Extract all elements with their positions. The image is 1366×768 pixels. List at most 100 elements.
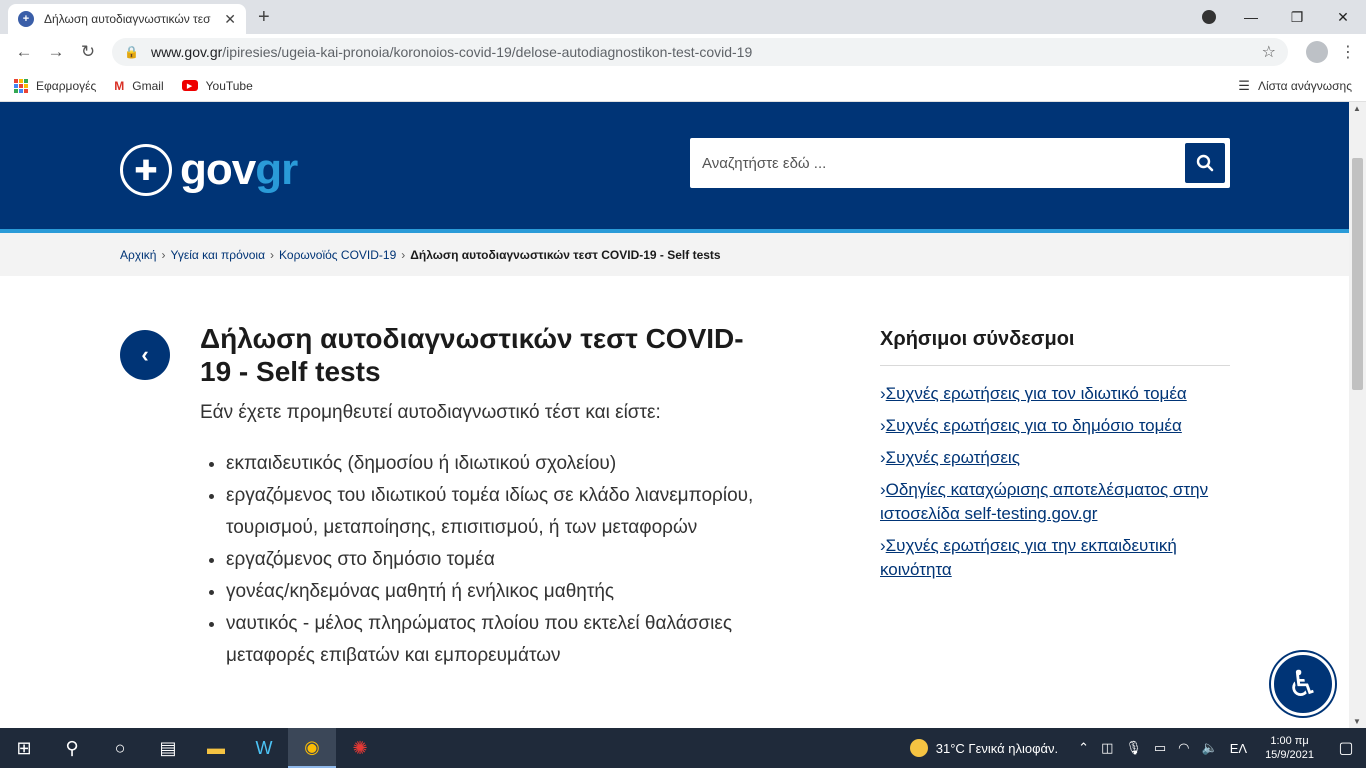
list-item: ναυτικός - μέλος πληρώματος πλοίου που ε… — [226, 608, 760, 672]
breadcrumb: Αρχική › Υγεία και πρόνοια › Κορωνοϊός C… — [0, 233, 1349, 276]
scroll-up-icon[interactable]: ▲ — [1353, 104, 1361, 113]
tab-title: Δήλωση αυτοδιαγνωστικών τεσ — [44, 12, 211, 26]
gmail-icon: M — [114, 78, 125, 93]
new-tab-icon[interactable]: + — [258, 6, 270, 29]
language-indicator[interactable]: ΕΛ — [1230, 741, 1247, 756]
bookmark-gmail[interactable]: M Gmail — [114, 79, 163, 93]
back-arrow-icon[interactable]: ← — [8, 42, 40, 62]
youtube-icon: ▶ — [181, 80, 198, 91]
eligibility-list: εκπαιδευτικός (δημοσίου ή ιδιωτικού σχολ… — [200, 448, 760, 672]
lock-icon[interactable]: 🔒 — [124, 45, 139, 59]
browser-tab-strip: + Δήλωση αυτοδιαγνωστικών τεσ ✕ + — ❐ ✕ — [0, 0, 1366, 34]
weather-text: 31°C Γενικά ηλιοφάν. — [935, 740, 1059, 756]
list-item: εργαζόμενος στο δημόσιο τομέα — [226, 544, 760, 576]
accessibility-icon: ♿ — [1286, 663, 1320, 704]
browser-toolbar: ← → ↻ 🔒 www.gov.gr/ipiresies/ugeia-kai-p… — [0, 34, 1366, 70]
list-item: ›Συχνές ερωτήσεις για τον ιδιωτικό τομέα — [880, 384, 1187, 403]
close-tab-icon[interactable]: ✕ — [224, 11, 236, 28]
page-title: Δήλωση αυτοδιαγνωστικών τεστ COVID-19 - … — [200, 323, 744, 387]
list-item: ›Συχνές ερωτήσεις για το δημόσιο τομέα — [880, 416, 1182, 435]
volume-icon[interactable]: 🔈 — [1202, 740, 1218, 756]
useful-links-list: ›Συχνές ερωτήσεις για τον ιδιωτικό τομέα… — [880, 382, 1230, 582]
windows-taskbar: ⊞ ⚲ ○ ▤ ▬ W ◉ ✺ 31°C Γενικά ηλιοφάν. ⌃ ◫… — [0, 728, 1366, 768]
forward-arrow-icon[interactable]: → — [40, 42, 72, 62]
search-button[interactable] — [1185, 143, 1225, 183]
system-tray: 31°C Γενικά ηλιοφάν. ⌃ ◫ 🎙 ▭ ◠ 🔈 ΕΛ 1:00… — [909, 728, 1366, 768]
list-item: εργαζόμενος του ιδιωτικού τομέα ιδίως σε… — [226, 480, 760, 544]
search-taskbar-icon[interactable]: ⚲ — [48, 728, 96, 768]
main-content: ‹ Δήλωση αυτοδιαγνωστικών τεστ COVID-19 … — [0, 276, 1349, 728]
restore-icon[interactable]: ❐ — [1274, 9, 1320, 26]
list-item: ›Συχνές ερωτήσεις — [880, 448, 1020, 467]
intro-text: Εάν έχετε προμηθευτεί αυτοδιαγνωστικό τέ… — [200, 402, 661, 423]
clock-time: 1:00 πμ — [1270, 735, 1309, 747]
search-input[interactable] — [690, 138, 1185, 188]
minimize-icon[interactable]: — — [1228, 9, 1274, 25]
microphone-icon[interactable]: 🎙 — [1125, 740, 1142, 756]
browser-tab[interactable]: + Δήλωση αυτοδιαγνωστικών τεσ ✕ — [8, 4, 246, 34]
useful-links-sidebar: Χρήσιμοι σύνδεσμοι ›Συχνές ερωτήσεις για… — [880, 328, 1230, 590]
chevron-right-icon: › — [270, 247, 275, 262]
url-path: /ipiresies/ugeia-kai-pronoia/koronoios-c… — [222, 44, 753, 60]
webex-icon[interactable]: W — [240, 728, 288, 768]
menu-dots-icon[interactable]: ⋮ — [1338, 42, 1358, 62]
battery-icon[interactable]: ▭ — [1154, 740, 1166, 756]
close-window-icon[interactable]: ✕ — [1320, 9, 1366, 26]
windows-start-icon[interactable]: ⊞ — [0, 728, 48, 768]
network-icon[interactable]: ◫ — [1101, 740, 1113, 756]
reading-list-button[interactable]: ☰ Λίστα ανάγνωσης — [1238, 78, 1352, 94]
chrome-icon[interactable]: ◉ — [288, 728, 336, 768]
greek-seal-icon: ✚ — [120, 144, 172, 196]
chevron-left-icon: ‹ — [141, 342, 149, 367]
sidebar-title: Χρήσιμοι σύνδεσμοι — [880, 328, 1230, 366]
wifi-icon[interactable]: ◠ — [1178, 740, 1189, 756]
list-item: ›Οδηγίες καταχώρισης αποτελέσματος στην … — [880, 480, 1209, 523]
bookmark-label: Gmail — [132, 78, 164, 93]
breadcrumb-home[interactable]: Αρχική — [120, 248, 156, 262]
chevron-right-icon: › — [161, 247, 166, 262]
bookmarks-bar: Εφαρμογές M Gmail ▶ YouTube ☰ Λίστα ανάγ… — [0, 70, 1366, 102]
govgr-logo[interactable]: ✚ govgr — [120, 144, 298, 196]
profile-avatar-icon[interactable] — [1306, 41, 1328, 63]
breadcrumb-health[interactable]: Υγεία και πρόνοια — [170, 248, 265, 262]
sun-icon — [909, 739, 928, 757]
search-box — [690, 138, 1230, 188]
app-icon[interactable]: ✺ — [336, 728, 384, 768]
scrollbar-thumb[interactable] — [1352, 158, 1363, 390]
task-view-icon[interactable]: ▤ — [144, 728, 192, 768]
link-faq[interactable]: Συχνές ερωτήσεις — [886, 448, 1020, 467]
breadcrumb-current: Δήλωση αυτοδιαγνωστικών τεστ COVID-19 - … — [410, 247, 721, 262]
weather-widget[interactable]: 31°C Γενικά ηλιοφάν. — [909, 739, 1059, 757]
tab-search-icon[interactable] — [1202, 10, 1216, 24]
back-button[interactable]: ‹ — [120, 330, 170, 380]
link-faq-public[interactable]: Συχνές ερωτήσεις για το δημόσιο τομέα — [886, 416, 1182, 435]
bookmark-youtube[interactable]: ▶ YouTube — [181, 79, 253, 93]
scroll-down-icon[interactable]: ▼ — [1353, 717, 1361, 726]
chevron-right-icon: › — [401, 247, 406, 262]
link-faq-private[interactable]: Συχνές ερωτήσεις για τον ιδιωτικό τομέα — [886, 384, 1187, 403]
address-bar[interactable]: 🔒 www.gov.gr/ipiresies/ugeia-kai-pronoia… — [112, 38, 1288, 66]
notifications-icon[interactable]: ▢ — [1326, 738, 1366, 758]
list-item: εκπαιδευτικός (δημοσίου ή ιδιωτικού σχολ… — [226, 448, 760, 480]
link-faq-education[interactable]: Συχνές ερωτήσεις για την εκπαιδευτική κο… — [880, 536, 1177, 579]
reload-icon[interactable]: ↻ — [72, 42, 104, 62]
chevron-up-icon[interactable]: ⌃ — [1078, 740, 1089, 756]
clock[interactable]: 1:00 πμ 15/9/2021 — [1265, 734, 1314, 762]
page-scrollbar[interactable]: ▲ ▼ — [1349, 102, 1366, 728]
bookmark-apps[interactable]: Εφαρμογές — [14, 78, 96, 93]
list-item: ›Συχνές ερωτήσεις για την εκπαιδευτική κ… — [880, 536, 1177, 579]
cortana-icon[interactable]: ○ — [96, 728, 144, 768]
breadcrumb-covid[interactable]: Κορωνοϊός COVID-19 — [279, 248, 396, 262]
logo-text: govgr — [180, 145, 298, 194]
link-instructions[interactable]: Οδηγίες καταχώρισης αποτελέσματος στην ι… — [880, 480, 1208, 523]
file-explorer-icon[interactable]: ▬ — [192, 728, 240, 768]
gov-favicon-icon: + — [18, 11, 34, 27]
accessibility-button[interactable]: ♿ — [1271, 652, 1335, 716]
apps-grid-icon — [14, 78, 28, 93]
search-icon — [1196, 154, 1214, 172]
main-column: Δήλωση αυτοδιαγνωστικών τεστ COVID-19 - … — [200, 322, 760, 672]
reading-list-label: Λίστα ανάγνωσης — [1257, 78, 1352, 93]
reading-list-icon: ☰ — [1238, 77, 1250, 93]
bookmark-star-icon[interactable]: ☆ — [1262, 42, 1276, 62]
list-item: γονέας/κηδεμόνας μαθητή ή ενήλικος μαθητ… — [226, 576, 760, 608]
